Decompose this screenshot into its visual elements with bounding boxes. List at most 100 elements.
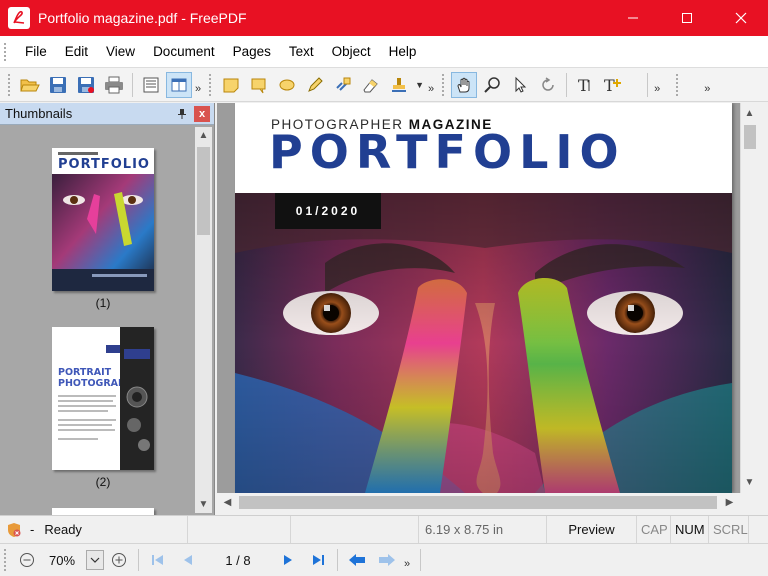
doc-scroll-right-icon[interactable]: ▶ — [721, 494, 738, 511]
next-page-button[interactable] — [277, 549, 299, 571]
back-button[interactable] — [346, 549, 368, 571]
document-horizontal-scrollbar[interactable]: ◀ ▶ — [217, 493, 740, 512]
toolbar-separator-3 — [647, 72, 649, 97]
menu-edit[interactable]: Edit — [56, 44, 97, 59]
thumbnails-scrollbar[interactable]: ▲ ▼ — [195, 127, 212, 513]
cover-photo-thumbnail — [52, 174, 154, 291]
toolbar-grip-2[interactable] — [209, 73, 213, 96]
thumbnail-page-3[interactable] — [52, 508, 154, 515]
close-icon — [735, 12, 747, 24]
toolbar-grip-4[interactable] — [676, 73, 680, 96]
magazine-headline: PORTFOLIO — [269, 125, 626, 179]
close-button[interactable] — [714, 0, 768, 36]
add-text-icon: T — [604, 76, 622, 94]
hand-tool-button[interactable] — [451, 71, 478, 98]
zoom-out-button[interactable] — [16, 549, 38, 571]
menu-grip[interactable] — [4, 42, 8, 61]
two-page-icon — [171, 78, 187, 91]
note-button[interactable] — [218, 72, 244, 98]
menu-bar: File Edit View Document Pages Text Objec… — [0, 36, 768, 68]
navbar-grip[interactable] — [4, 549, 8, 571]
callout-icon — [251, 78, 266, 93]
maximize-button[interactable] — [660, 0, 714, 36]
document-vertical-scrollbar[interactable]: ▲ ▼ — [740, 103, 759, 493]
link-icon — [336, 77, 351, 91]
save-as-icon — [78, 76, 94, 93]
scroll-up-icon[interactable]: ▲ — [195, 127, 212, 144]
text-tool-button[interactable]: T — [572, 72, 598, 98]
thumbnail-label-1: (1) — [95, 296, 111, 310]
toolbar-separator-2 — [566, 72, 568, 97]
issue-badge: 01/2020 — [275, 193, 381, 229]
doc-scroll-left-icon[interactable]: ◀ — [219, 494, 236, 511]
save-as-button[interactable] — [73, 72, 99, 98]
callout-button[interactable] — [246, 72, 272, 98]
toolbar-more-2[interactable]: » — [428, 83, 434, 95]
link-button[interactable] — [330, 72, 356, 98]
rotate-button[interactable] — [535, 72, 561, 98]
toolbar-grip[interactable] — [8, 73, 12, 96]
toolbar-grip-3[interactable] — [442, 73, 446, 96]
stamp-dropdown-icon[interactable]: ▼ — [415, 80, 424, 90]
forward-arrow-icon — [379, 554, 395, 566]
next-page-icon — [284, 555, 292, 565]
scroll-down-icon[interactable]: ▼ — [195, 496, 212, 513]
close-pane-icon[interactable]: x — [194, 106, 210, 122]
toolbar-more-4[interactable]: » — [704, 83, 710, 95]
minimize-button[interactable] — [606, 0, 660, 36]
doc-hscroll-thumb[interactable] — [239, 496, 717, 509]
window-title: Portfolio magazine.pdf - FreePDF — [38, 10, 247, 26]
menu-document[interactable]: Document — [144, 44, 224, 59]
security-shield-icon — [8, 522, 21, 537]
status-empty-cell-1 — [188, 515, 291, 544]
status-dash: - — [30, 522, 35, 537]
pin-icon[interactable] — [174, 106, 190, 122]
add-text-button[interactable]: T — [600, 72, 626, 98]
zoom-level[interactable]: 70% — [42, 553, 82, 568]
doc-scroll-up-icon[interactable]: ▲ — [741, 105, 758, 122]
menu-help[interactable]: Help — [380, 44, 426, 59]
svg-text:T: T — [604, 76, 615, 94]
navigation-bar: 70% 1 / 8 » — [0, 543, 768, 576]
maximize-icon — [682, 13, 692, 23]
cloud-button[interactable] — [274, 72, 300, 98]
menu-file[interactable]: File — [16, 44, 56, 59]
menu-pages[interactable]: Pages — [224, 44, 280, 59]
previous-page-button[interactable] — [177, 549, 199, 571]
navbar-separator-2 — [337, 549, 338, 571]
thumbnail-page-2[interactable]: PORTRAIT PHOTOGRAPHY — [52, 327, 154, 470]
view-mode-label: Preview — [547, 515, 637, 544]
eraser-button[interactable] — [358, 72, 384, 98]
status-text: Ready — [44, 522, 82, 537]
zoom-tool-button[interactable] — [479, 72, 505, 98]
select-tool-button[interactable] — [507, 72, 533, 98]
toolbar-more-3[interactable]: » — [654, 83, 660, 95]
scroll-thumb[interactable] — [197, 147, 210, 235]
menu-text[interactable]: Text — [280, 44, 323, 59]
stamp-button[interactable] — [386, 72, 412, 98]
toolbar-more-1[interactable]: » — [195, 83, 201, 95]
doc-scroll-thumb[interactable] — [744, 125, 756, 149]
zoom-dropdown[interactable] — [86, 550, 104, 570]
save-button[interactable] — [45, 72, 71, 98]
first-page-button[interactable] — [147, 549, 169, 571]
doc-scroll-down-icon[interactable]: ▼ — [741, 474, 758, 491]
menu-object[interactable]: Object — [323, 44, 380, 59]
thumbnail-page-1[interactable]: PORTFOLIO — [52, 148, 154, 291]
page-indicator[interactable]: 1 / 8 — [203, 553, 273, 568]
chevron-down-icon — [90, 557, 100, 563]
thumbnail-label-2: (2) — [95, 475, 111, 489]
num-lock-indicator: NUM — [671, 515, 709, 544]
pencil-button[interactable] — [302, 72, 328, 98]
menu-view[interactable]: View — [97, 44, 144, 59]
navbar-more[interactable]: » — [404, 558, 410, 570]
last-page-button[interactable] — [307, 549, 329, 571]
zoom-in-button[interactable] — [108, 549, 130, 571]
forward-button[interactable] — [376, 549, 398, 571]
two-page-button[interactable] — [166, 71, 192, 98]
document-viewer[interactable]: PHOTOGRAPHER MAGAZINE PORTFOLIO 01/2020 — [217, 103, 740, 493]
scroll-lock-indicator: SCRL — [709, 515, 749, 544]
print-button[interactable] — [101, 72, 127, 98]
single-page-button[interactable] — [138, 72, 164, 98]
open-button[interactable] — [17, 72, 43, 98]
